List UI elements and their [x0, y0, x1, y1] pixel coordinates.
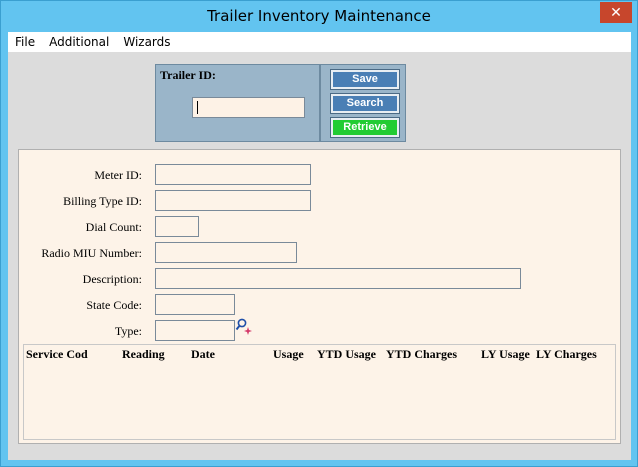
- details-form: Meter ID: Billing Type ID: Dial Count: R…: [18, 149, 621, 444]
- title-bar[interactable]: Trailer Inventory Maintenance ✕: [1, 1, 637, 32]
- text-caret: [197, 101, 198, 114]
- close-icon: ✕: [610, 4, 622, 21]
- col-header-ytd-usage[interactable]: YTD Usage: [317, 347, 376, 362]
- col-header-reading[interactable]: Reading: [122, 347, 165, 362]
- state-code-label: State Code:: [86, 298, 142, 312]
- dial-count-label: Dial Count:: [85, 220, 142, 234]
- meter-id-field[interactable]: [155, 164, 311, 185]
- type-label: Type:: [114, 324, 142, 338]
- billing-type-id-field[interactable]: [155, 190, 311, 211]
- state-code-field[interactable]: [155, 294, 235, 315]
- retrieve-button[interactable]: Retrieve: [330, 117, 400, 138]
- col-header-ly-usage[interactable]: LY Usage: [481, 347, 530, 362]
- billing-type-id-label: Billing Type ID:: [63, 194, 142, 208]
- action-panel: Save Search Retrieve: [320, 64, 406, 142]
- col-header-ytd-charges[interactable]: YTD Charges: [386, 347, 457, 362]
- dial-count-field[interactable]: [155, 216, 199, 237]
- lookup-magnifier-icon[interactable]: [235, 317, 253, 335]
- col-header-service-cod[interactable]: Service Cod: [26, 347, 88, 362]
- client-area: Trailer ID: Save Search Retrieve Meter I…: [8, 52, 631, 460]
- close-button[interactable]: ✕: [600, 2, 632, 23]
- menu-additional[interactable]: Additional: [42, 35, 116, 49]
- radio-miu-number-field[interactable]: [155, 242, 297, 263]
- trailer-id-label: Trailer ID:: [160, 68, 216, 82]
- trailer-id-panel: Trailer ID:: [155, 64, 320, 142]
- main-window: Trailer Inventory Maintenance ✕ File Add…: [0, 0, 638, 467]
- col-header-ly-charges[interactable]: LY Charges: [536, 347, 597, 362]
- meter-id-label: Meter ID:: [94, 168, 142, 182]
- menu-file[interactable]: File: [8, 35, 42, 49]
- col-header-usage[interactable]: Usage: [273, 347, 304, 362]
- search-button[interactable]: Search: [330, 93, 400, 114]
- description-field[interactable]: [155, 268, 521, 289]
- col-header-date[interactable]: Date: [191, 347, 215, 362]
- menu-wizards[interactable]: Wizards: [116, 35, 177, 49]
- type-field[interactable]: [155, 320, 235, 341]
- menu-bar: File Additional Wizards: [8, 32, 631, 52]
- save-button[interactable]: Save: [330, 69, 400, 90]
- description-label: Description:: [82, 272, 142, 286]
- radio-miu-number-label: Radio MIU Number:: [41, 246, 142, 260]
- usage-grid[interactable]: Service Cod Reading Date Usage YTD Usage…: [23, 344, 616, 440]
- trailer-id-input[interactable]: [192, 97, 305, 118]
- window-title: Trailer Inventory Maintenance: [207, 7, 431, 25]
